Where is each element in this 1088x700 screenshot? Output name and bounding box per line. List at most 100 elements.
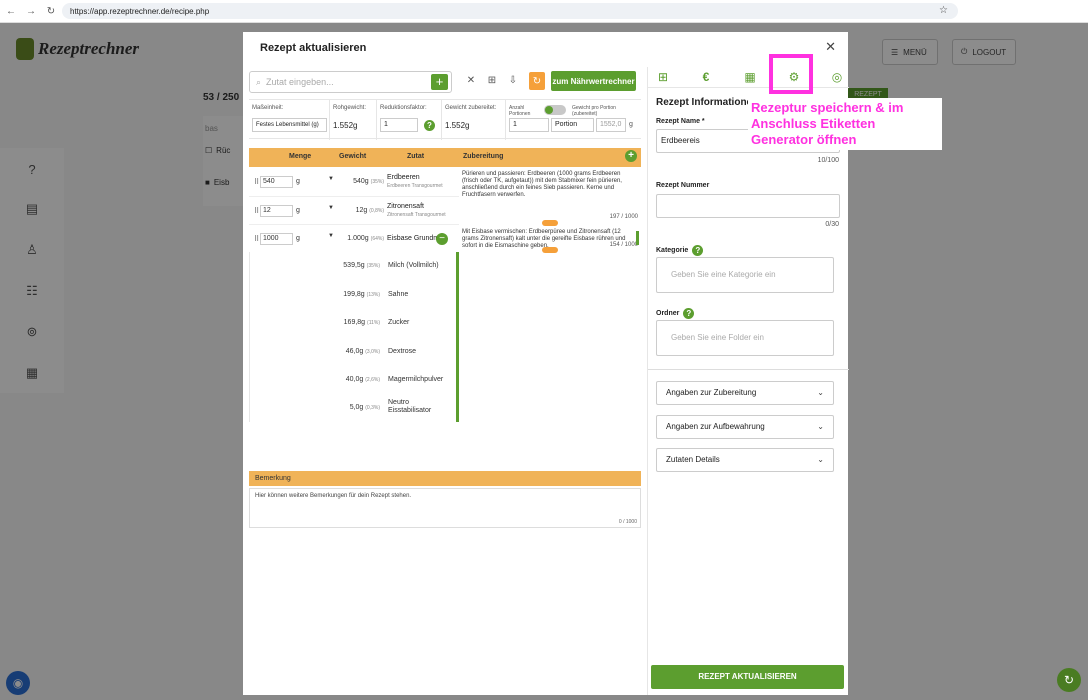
sub-pct: (35%) (366, 263, 380, 269)
masseinheit-select[interactable]: Festes Lebensmittel (g) (252, 118, 327, 132)
sub-pct: (11%) (367, 320, 380, 326)
prep-indicator (636, 231, 639, 245)
gewicht-value: 1.552g (445, 121, 470, 130)
portion-weight-label: Gewicht pro Portion (zubereitet) (572, 105, 616, 117)
right-tabs: ⊞ € ▦ ⚙ ◎ (648, 67, 849, 88)
weight: 12g (355, 207, 368, 214)
tooltip-annotation: Rezeptur speichern & im Anschluss Etiket… (748, 98, 942, 150)
reload-icon[interactable]: ↻ (44, 6, 58, 17)
weight-pct: (0,8%) (369, 208, 384, 214)
chevron-down-icon: ⌄ (817, 422, 824, 431)
close-icon[interactable]: ✕ (825, 39, 836, 55)
help-icon-kategorie[interactable]: ? (692, 245, 704, 256)
weight: 540g (353, 178, 369, 185)
name: Zitronensaft (387, 203, 424, 210)
database-search-icon[interactable]: ⊞ (486, 75, 498, 86)
param-gewicht: Gewicht zubereitet: 1.552g (442, 100, 506, 140)
tab-qr-icon[interactable]: ▦ (742, 70, 758, 84)
recipe-params: Maßeinheit: Festes Lebensmittel (g) Rohg… (249, 99, 641, 140)
accordion-label: Angaben zur Aufbewahrung (666, 422, 765, 431)
portion-count-input[interactable]: 1 (509, 118, 549, 132)
masseinheit-label: Maßeinheit: (252, 105, 284, 111)
sub-pct: (0,3%) (365, 405, 380, 411)
add-ingredient-button[interactable]: + (431, 74, 448, 90)
ingredient-search-input[interactable]: ⌕ Zutat eingeben... + (249, 71, 452, 93)
portion-toggle[interactable] (544, 105, 566, 115)
portion-weight-input[interactable]: 1552,0 (596, 118, 626, 132)
weight-value: 12g (0,8%) (334, 207, 384, 214)
rohgewicht-label: Rohgewicht: (333, 105, 367, 111)
sub-weight: 199,8g (343, 291, 365, 298)
drag-handle-icon[interactable]: ⠿ (254, 235, 259, 243)
gewicht-label: Gewicht zubereitet: (445, 105, 497, 111)
qty-input[interactable]: 540 (260, 176, 293, 188)
tab-allergen-icon[interactable]: ◎ (829, 70, 845, 84)
chevron-down-icon: ⌄ (817, 388, 824, 397)
drag-handle-icon[interactable]: ⠿ (254, 207, 259, 215)
param-masseinheit: Maßeinheit: Festes Lebensmittel (g) (249, 100, 330, 140)
clear-icon[interactable]: ✕ (465, 75, 477, 86)
ordner-label: Ordner (656, 310, 680, 317)
bemerkung-textarea[interactable]: Hier können weitere Bemerkungen für dein… (249, 488, 641, 528)
sub-name: Milch (Vollmilch) (388, 262, 439, 269)
ordner-input[interactable]: Geben Sie eine Folder ein (656, 320, 834, 356)
kategorie-input[interactable]: Geben Sie eine Kategorie ein (656, 257, 834, 293)
kategorie-label: Kategorie (656, 247, 689, 254)
forward-icon[interactable]: → (24, 6, 38, 17)
add-prep-button[interactable]: + (625, 150, 637, 162)
help-icon-reduktion[interactable]: ? (424, 120, 435, 131)
refresh-calc-icon[interactable]: ↻ (529, 72, 545, 90)
tab-calculator-icon[interactable]: ⊞ (655, 70, 671, 84)
ingredient-name[interactable]: Eisbase Grundma (387, 235, 443, 243)
accordion-label: Angaben zur Zubereitung (666, 388, 757, 397)
sub-weight: 40,0g (345, 376, 364, 383)
accordion-zutaten-details[interactable]: Zutaten Details ⌄ (656, 448, 834, 472)
help-icon-ordner[interactable]: ? (683, 308, 695, 319)
highlight-box (769, 54, 813, 94)
accordion-zubereitung[interactable]: Angaben zur Zubereitung ⌄ (656, 381, 834, 405)
qty-input[interactable]: 1000 (260, 233, 293, 245)
drag-handle-icon[interactable]: ⠿ (254, 178, 259, 186)
col-zutat: Zutat (407, 153, 425, 160)
subingredient-row: 5,0g (0,3%) Neutro Eisstabilisator (250, 399, 455, 417)
recipe-number-input[interactable] (656, 194, 840, 218)
sub-weight: 169,8g (343, 319, 366, 326)
bemerkung-header: Bemerkung (249, 471, 641, 486)
recipe-name-label: Rezept Name * (656, 118, 705, 125)
name: Erdbeeren (387, 174, 420, 181)
bemerkung-text: Hier können weitere Bemerkungen für dein… (255, 493, 412, 499)
ingredient-sub: Zitronensaft Transgourmet (387, 212, 446, 218)
sub-name: Zucker (388, 319, 410, 326)
refresh-icon[interactable]: ↻ (1057, 668, 1081, 692)
unit-label: g (296, 178, 300, 185)
qty-input[interactable]: 12 (260, 205, 293, 217)
tab-euro-icon[interactable]: € (698, 70, 714, 84)
prep-text-1[interactable]: Pürieren und passieren: Erdbeeren (1000 … (459, 168, 641, 223)
ingredient-name[interactable]: Erdbeeren Erdbeeren Transgourmet (387, 174, 443, 190)
prep-text: Mit Eisbase vermischen: Erdbeerpüree und… (462, 229, 626, 249)
url-bar[interactable]: https://app.rezeptrechner.de/recipe.php (62, 3, 958, 19)
portion-unit-select[interactable]: Portion (551, 118, 594, 132)
url-text: https://app.rezeptrechner.de/recipe.php (70, 6, 210, 16)
sub-name: Neutro Eisstabilisator (388, 399, 432, 414)
accordion-aufbewahrung[interactable]: Angaben zur Aufbewahrung ⌄ (656, 415, 834, 439)
naehrwertrechner-button[interactable]: zum Nährwertrechner (551, 71, 636, 91)
chevron-down-icon: ⌄ (817, 455, 824, 464)
resize-handle-icon[interactable] (542, 247, 558, 253)
sub-pct: (3,0%) (365, 349, 380, 355)
bookmark-star-icon[interactable]: ☆ (939, 5, 948, 16)
reduktion-label: Reduktionsfaktor: (380, 105, 427, 111)
ingredient-name[interactable]: Zitronensaft Zitronensaft Transgourmet (387, 203, 446, 219)
param-rohgewicht: Rohgewicht: 1.552g (330, 100, 377, 140)
recipe-info-heading: Rezept Informationen (656, 97, 759, 108)
download-icon[interactable]: ⇩ (507, 75, 519, 86)
recipe-number-label: Rezept Nummer (656, 182, 710, 189)
collapse-minus-icon[interactable]: − (436, 233, 448, 245)
reduktion-input[interactable]: 1 (380, 118, 418, 132)
back-icon[interactable]: ← (4, 6, 18, 17)
update-recipe-button[interactable]: REZEPT AKTUALISIEREN (651, 665, 844, 689)
prep-count: 154 / 1000 (609, 242, 638, 248)
table-header: Menge Gewicht Zutat Zubereitung + (249, 148, 641, 167)
sub-pct: (13%) (366, 292, 380, 298)
recipe-number-count: 0/30 (825, 221, 839, 228)
